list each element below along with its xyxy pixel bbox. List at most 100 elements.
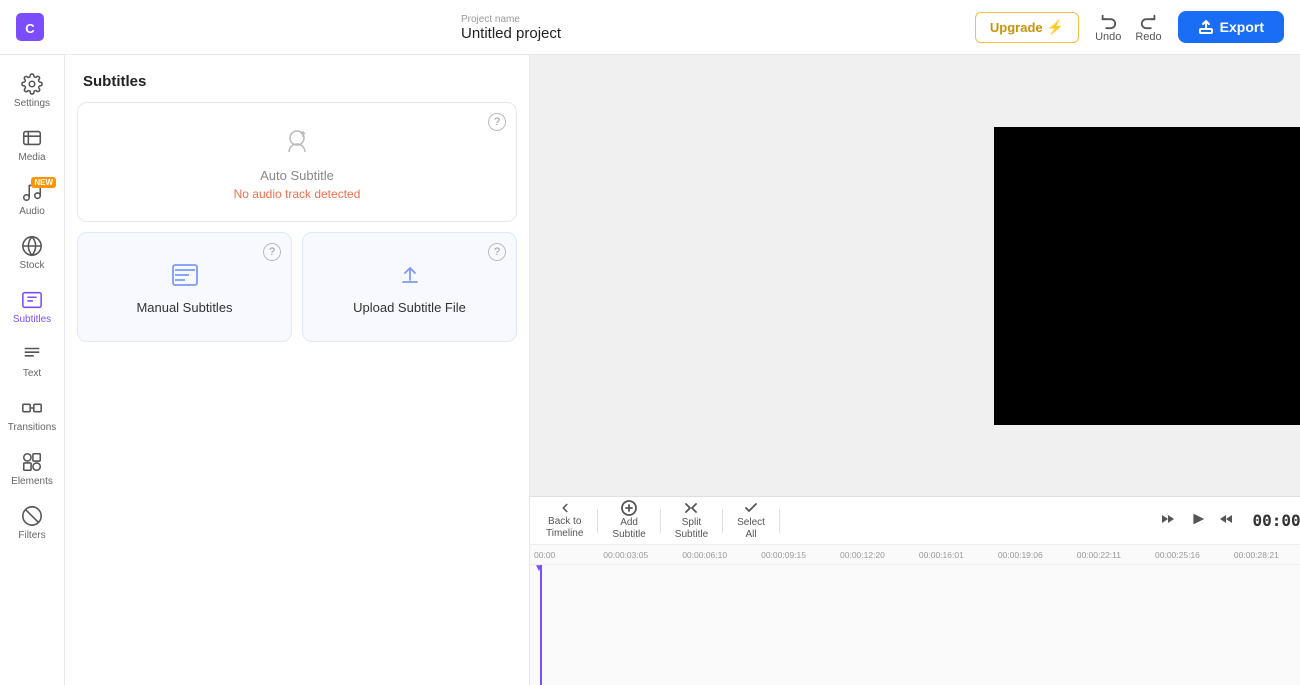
filters-icon	[21, 505, 43, 527]
main-area: Settings Media NEW Audio Stock Subtitles…	[0, 55, 1300, 685]
transitions-icon	[21, 397, 43, 419]
export-button[interactable]: Export	[1178, 11, 1284, 43]
play-button[interactable]	[1184, 506, 1210, 535]
video-container	[530, 55, 1300, 496]
media-icon	[21, 127, 43, 149]
ruler-mark: 00:00:16:01	[919, 550, 964, 560]
stock-icon	[21, 235, 43, 257]
subtitles-panel: Subtitles ? Auto Subtitle No audio track…	[65, 55, 530, 685]
sidebar-item-stock[interactable]: Stock	[0, 225, 64, 279]
ruler-mark: 00:00:03:05	[603, 550, 648, 560]
elements-icon	[21, 451, 43, 473]
split-subtitle-label: SplitSubtitle	[675, 517, 708, 541]
sidebar-text-label: Text	[23, 368, 41, 379]
fast-forward-icon	[1218, 511, 1234, 527]
select-all-icon	[743, 500, 759, 516]
video-area: Back toTimeline AddSubtitle SplitSubtitl…	[530, 55, 1300, 685]
back-to-timeline-label: Back toTimeline	[546, 516, 583, 540]
timecode: 00:00:00:00	[1242, 511, 1300, 530]
back-icon	[558, 501, 572, 515]
upload-subtitle-label: Upload Subtitle File	[353, 300, 466, 315]
manual-subtitles-icon	[170, 260, 200, 290]
sidebar-audio-label: Audio	[19, 206, 45, 217]
option-cards: ? Manual Subtitles ? Upload Subtitle Fil…	[77, 232, 517, 342]
auto-subtitle-icon	[279, 124, 315, 160]
add-subtitle-button[interactable]: AddSubtitle	[604, 496, 653, 545]
upgrade-button[interactable]: Upgrade ⚡	[975, 12, 1079, 43]
auto-subtitle-title: Auto Subtitle	[260, 168, 334, 183]
sidebar-settings-label: Settings	[14, 98, 50, 109]
manual-help-icon[interactable]: ?	[263, 243, 281, 261]
toolbar-divider-4	[779, 509, 780, 533]
playhead	[540, 565, 542, 685]
sidebar-item-media[interactable]: Media	[0, 117, 64, 171]
rewind-icon	[1160, 511, 1176, 527]
auto-subtitle-help-icon[interactable]: ?	[488, 113, 506, 131]
timeline-toolbar: Back toTimeline AddSubtitle SplitSubtitl…	[530, 497, 1300, 545]
timeline-section: Back toTimeline AddSubtitle SplitSubtitl…	[530, 496, 1300, 685]
upgrade-label: Upgrade	[990, 20, 1043, 35]
transport-controls: 00:00:00:00	[1156, 506, 1300, 535]
sidebar-item-audio[interactable]: NEW Audio	[0, 171, 64, 225]
bolt-icon: ⚡	[1047, 19, 1064, 36]
ruler-mark: 00:00	[534, 550, 555, 560]
split-icon	[683, 500, 699, 516]
topbar: C Project name Untitled project Upgrade …	[0, 0, 1300, 55]
new-badge: NEW	[31, 177, 56, 188]
sidebar-item-elements[interactable]: Elements	[0, 441, 64, 495]
auto-subtitle-status: No audio track detected	[234, 187, 361, 201]
undo-icon	[1099, 12, 1117, 30]
sidebar-item-subtitles[interactable]: Subtitles	[0, 279, 64, 333]
rewind-button[interactable]	[1156, 507, 1180, 534]
sidebar-item-transitions[interactable]: Transitions	[0, 387, 64, 441]
ruler-mark: 00:00:25:16	[1155, 550, 1200, 560]
toolbar-divider-1	[597, 509, 598, 533]
auto-subtitle-card[interactable]: ? Auto Subtitle No audio track detected	[77, 102, 517, 222]
panel-title: Subtitles	[65, 55, 529, 102]
ruler-mark: 00:00:06:10	[682, 550, 727, 560]
topbar-left: C	[16, 13, 44, 41]
subtitles-icon	[21, 289, 43, 311]
export-icon	[1198, 19, 1214, 35]
ruler-mark: 00:00:09:15	[761, 550, 806, 560]
ruler-mark: 00:00:28:21	[1234, 550, 1279, 560]
upload-subtitle-card[interactable]: ? Upload Subtitle File	[302, 232, 517, 342]
split-subtitle-button[interactable]: SplitSubtitle	[667, 496, 716, 545]
sidebar-media-label: Media	[18, 152, 45, 163]
toolbar-divider-2	[660, 509, 661, 533]
svg-text:C: C	[25, 21, 35, 36]
manual-subtitles-label: Manual Subtitles	[136, 300, 232, 315]
toolbar-divider-3	[722, 509, 723, 533]
sidebar-stock-label: Stock	[19, 260, 44, 271]
undo-redo-group: Undo Redo	[1089, 8, 1168, 47]
sidebar-filters-label: Filters	[18, 530, 45, 541]
fast-forward-button[interactable]	[1214, 507, 1238, 534]
manual-subtitles-card[interactable]: ? Manual Subtitles	[77, 232, 292, 342]
add-icon	[621, 500, 637, 516]
sidebar-subtitles-label: Subtitles	[13, 314, 51, 325]
sidebar-item-filters[interactable]: Filters	[0, 495, 64, 549]
undo-label: Undo	[1095, 31, 1121, 43]
sidebar-item-text[interactable]: Text	[0, 333, 64, 387]
upload-help-icon[interactable]: ?	[488, 243, 506, 261]
ruler-mark: 00:00:12:20	[840, 550, 885, 560]
redo-icon	[1140, 12, 1158, 30]
video-player[interactable]	[994, 127, 1300, 425]
sidebar-transitions-label: Transitions	[8, 422, 57, 433]
play-icon	[1188, 510, 1206, 528]
redo-button[interactable]: Redo	[1129, 8, 1167, 47]
project-name[interactable]: Untitled project	[461, 25, 561, 42]
text-icon	[21, 343, 43, 365]
back-to-timeline-button[interactable]: Back toTimeline	[538, 497, 591, 544]
select-all-label: SelectAll	[737, 517, 765, 541]
ruler-mark: 00:00:22:11	[1077, 550, 1121, 560]
redo-label: Redo	[1135, 31, 1161, 43]
undo-button[interactable]: Undo	[1089, 8, 1127, 47]
upload-subtitle-icon	[395, 260, 425, 290]
settings-icon	[21, 73, 43, 95]
cards-area: ? Auto Subtitle No audio track detected …	[65, 102, 529, 354]
export-label: Export	[1220, 19, 1264, 35]
sidebar-item-settings[interactable]: Settings	[0, 63, 64, 117]
select-all-button[interactable]: SelectAll	[729, 496, 773, 545]
project-name-label: Project name	[461, 14, 561, 25]
